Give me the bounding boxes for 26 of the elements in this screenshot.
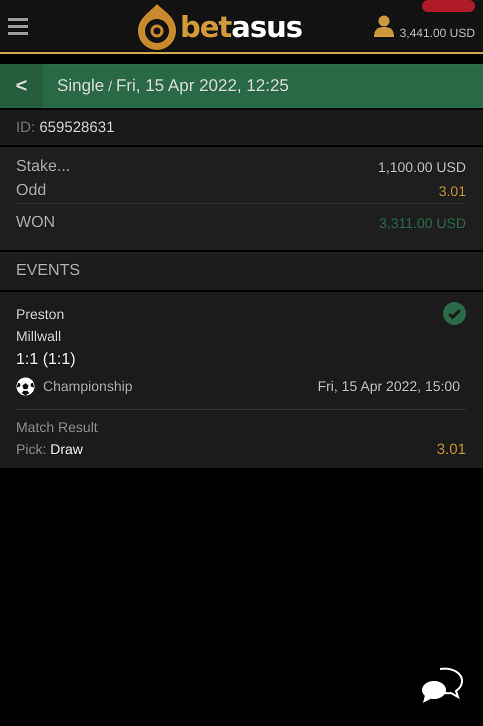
summary-label: Stake... [16,158,70,176]
summary-label: Odd [16,182,46,200]
pick-odd: 3.01 [436,440,466,458]
summary-value: 3.01 [438,183,466,199]
event-start: Fri, 15 Apr 2022, 15:00 [318,378,460,394]
events-heading: EVENTS [16,262,80,280]
pick: Pick: Draw [16,441,83,457]
menu-icon[interactable] [8,17,28,35]
summary-value: 3,311.00 USD [379,215,466,231]
league-name: Championship [43,378,132,394]
summary-label: WON [16,214,56,232]
back-button[interactable]: < [0,64,43,108]
home-team: Preston [16,306,64,322]
soccer-ball-icon [16,376,35,396]
summary-value: 1,100.00 USD [378,159,466,175]
bet-id: ID: 659528631 [16,119,114,136]
chat-icon[interactable] [420,666,464,706]
user-icon[interactable] [374,15,394,37]
balance: 3,441.00 USD [400,26,475,40]
market-name: Match Result [16,419,98,435]
score: 1:1 (1:1) [16,351,76,369]
redaction-bar [422,0,475,12]
logo-text: betasus [180,10,302,44]
away-team: Millwall [16,328,62,344]
bet-title: Single / Fri, 15 Apr 2022, 12:25 [57,76,289,96]
logo-icon [138,4,176,50]
